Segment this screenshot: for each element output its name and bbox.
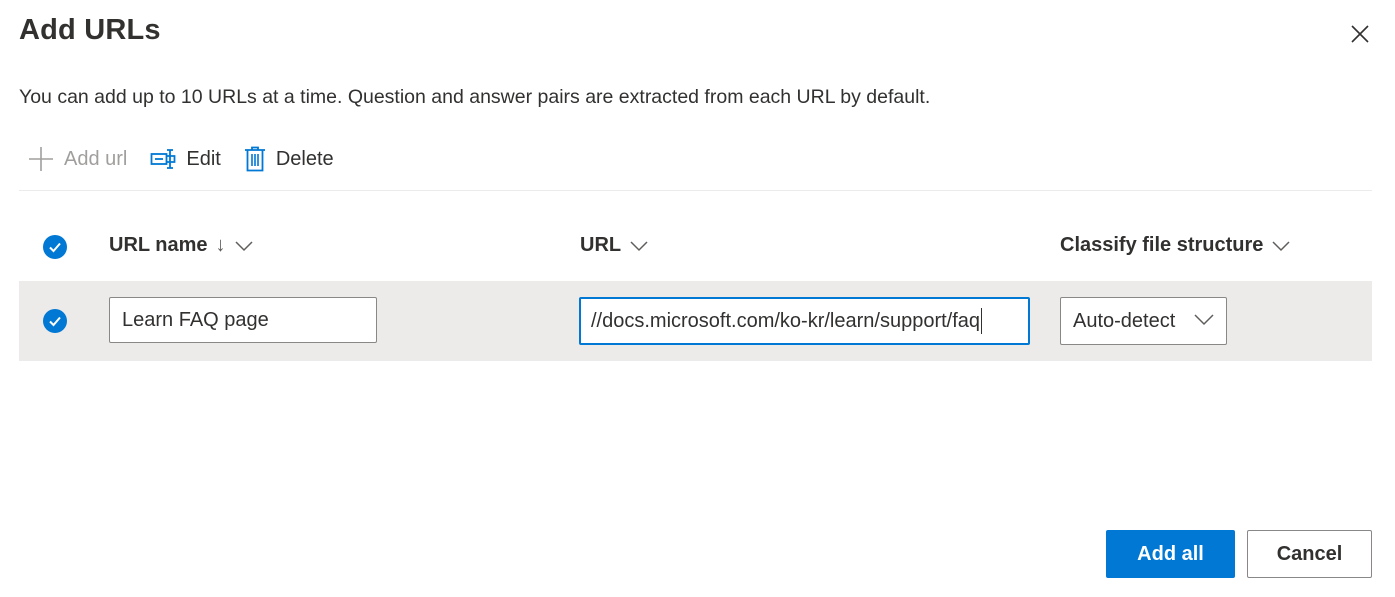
trash-icon bbox=[244, 146, 266, 172]
column-header-classify-file-structure[interactable]: Classify file structure bbox=[1060, 234, 1290, 257]
url-name-input[interactable]: Learn FAQ page bbox=[109, 297, 377, 343]
table-row[interactable]: Learn FAQ page //docs.microsoft.com/ko-k… bbox=[19, 281, 1372, 361]
delete-label: Delete bbox=[275, 147, 334, 170]
edit-label: Edit bbox=[186, 147, 221, 170]
checkmark-icon bbox=[49, 316, 61, 327]
chevron-down-icon bbox=[630, 240, 648, 252]
command-bar: Add url Edit Delete bbox=[19, 138, 334, 180]
dialog-title: Add URLs bbox=[19, 14, 161, 46]
row-checkbox[interactable] bbox=[43, 309, 67, 333]
table-header: URL name ↓ URL Classify file structure bbox=[19, 222, 1372, 272]
arrow-down-icon: ↓ bbox=[215, 234, 226, 256]
add-url-label: Add url bbox=[64, 147, 128, 170]
url-name-value: Learn FAQ page bbox=[122, 308, 269, 331]
dropdown-value: Auto-detect bbox=[1073, 309, 1176, 332]
close-icon bbox=[1351, 25, 1369, 43]
chevron-down-icon bbox=[235, 240, 253, 252]
checkmark-icon bbox=[49, 242, 61, 253]
column-label: URL name bbox=[109, 234, 208, 256]
column-label: URL bbox=[580, 234, 622, 256]
close-button[interactable] bbox=[1346, 20, 1374, 48]
toolbar-divider bbox=[19, 190, 1372, 191]
cancel-button[interactable]: Cancel bbox=[1247, 530, 1372, 578]
column-label: Classify file structure bbox=[1060, 234, 1264, 256]
chevron-down-icon bbox=[1194, 313, 1214, 326]
add-urls-dialog: Add URLs You can add up to 10 URLs at a … bbox=[0, 0, 1395, 597]
chevron-down-icon bbox=[1272, 240, 1290, 252]
edit-icon bbox=[150, 148, 176, 170]
classify-file-structure-dropdown[interactable]: Auto-detect bbox=[1060, 297, 1227, 345]
url-value: //docs.microsoft.com/ko-kr/learn/support… bbox=[591, 309, 981, 332]
dialog-description: You can add up to 10 URLs at a time. Que… bbox=[19, 86, 931, 108]
edit-button[interactable]: Edit bbox=[150, 139, 221, 179]
text-cursor bbox=[981, 308, 983, 334]
column-header-url-name[interactable]: URL name ↓ bbox=[109, 234, 253, 257]
url-input[interactable]: //docs.microsoft.com/ko-kr/learn/support… bbox=[579, 297, 1030, 345]
add-all-button[interactable]: Add all bbox=[1106, 530, 1235, 578]
column-header-url[interactable]: URL bbox=[580, 234, 648, 257]
add-url-button[interactable]: Add url bbox=[28, 139, 127, 179]
plus-icon bbox=[28, 146, 54, 172]
delete-button[interactable]: Delete bbox=[244, 139, 334, 179]
select-all-checkbox[interactable] bbox=[43, 235, 67, 259]
